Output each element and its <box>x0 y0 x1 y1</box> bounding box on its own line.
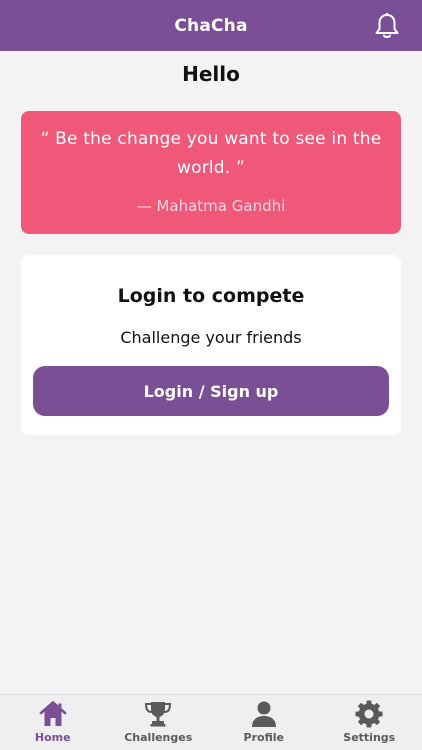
gear-icon <box>355 700 383 728</box>
home-icon <box>39 701 67 726</box>
top-app-bar: ChaCha <box>0 0 422 51</box>
login-card-subtitle: Challenge your friends <box>120 328 302 347</box>
tab-home-label: Home <box>34 731 71 744</box>
tab-profile-label: Profile <box>243 731 284 744</box>
tab-challenges-label: Challenges <box>124 731 193 744</box>
tab-home[interactable]: Home <box>0 695 106 750</box>
quote-card: “ Be the change you want to see in the w… <box>21 111 401 234</box>
tab-settings[interactable]: Settings <box>317 695 422 750</box>
bottom-tab-bar: Home Challenges Profile Settings <box>0 694 422 750</box>
greeting-heading: Hello <box>182 62 240 86</box>
tab-profile[interactable]: Profile <box>211 695 317 750</box>
bell-icon[interactable] <box>374 12 400 40</box>
tab-challenges[interactable]: Challenges <box>106 695 212 750</box>
user-icon <box>251 701 276 727</box>
trophy-icon <box>145 702 172 727</box>
login-card-title: Login to compete <box>117 285 305 307</box>
login-signup-button[interactable]: Login / Sign up <box>33 366 389 416</box>
tab-settings-label: Settings <box>343 731 396 744</box>
app-screen: ChaCha Hello “ Be the change you want to… <box>0 0 422 750</box>
login-card: Login to compete Challenge your friends … <box>21 255 401 435</box>
quote-author: — Mahatma Gandhi <box>136 197 286 215</box>
quote-text: “ Be the change you want to see in the w… <box>40 129 382 178</box>
app-title: ChaCha <box>174 15 248 36</box>
